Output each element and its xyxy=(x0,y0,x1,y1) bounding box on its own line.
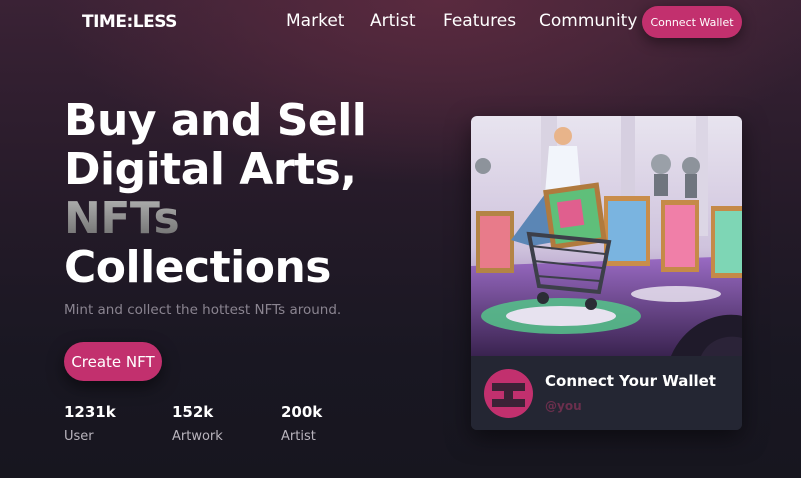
hero-title-line-4: Collections xyxy=(64,242,331,293)
create-nft-button[interactable]: Create NFT xyxy=(64,342,162,381)
card-footer: Connect Your Wallet @you xyxy=(471,356,742,430)
stat-users: 1231k User xyxy=(64,403,116,444)
card-handle[interactable]: @you xyxy=(545,399,582,413)
nav-community-link[interactable]: Community xyxy=(539,11,637,31)
nav-features-link[interactable]: Features xyxy=(443,11,516,31)
hero-title-line-1: Buy and Sell xyxy=(64,95,367,146)
hero-title-line-3: NFTs xyxy=(64,194,366,243)
wallet-card[interactable]: Connect Your Wallet @you xyxy=(471,116,742,430)
nav-market-link[interactable]: Market xyxy=(286,11,344,31)
stat-label: Artist xyxy=(281,429,316,444)
stat-label: Artwork xyxy=(172,429,223,444)
stat-label: User xyxy=(64,429,94,444)
stat-value: 200k xyxy=(281,403,323,421)
logo[interactable]: TIME:LESS xyxy=(82,12,177,32)
stat-artists: 200k Artist xyxy=(281,403,322,444)
hero-title-line-2: Digital Arts, xyxy=(64,144,357,195)
hero-subtitle: Mint and collect the hottest NFTs around… xyxy=(64,302,342,318)
hero-title: Buy and Sell Digital Arts, NFTs Collecti… xyxy=(64,95,367,293)
connect-wallet-button[interactable]: Connect Wallet xyxy=(642,6,742,38)
logo-icon xyxy=(484,369,533,418)
nav-artist-link[interactable]: Artist xyxy=(370,11,416,31)
nft-shopping-illustration xyxy=(471,116,742,356)
card-title: Connect Your Wallet xyxy=(545,372,716,390)
stat-artworks: 152k Artwork xyxy=(172,403,223,444)
stat-value: 152k xyxy=(172,403,214,421)
stat-value: 1231k xyxy=(64,403,116,421)
